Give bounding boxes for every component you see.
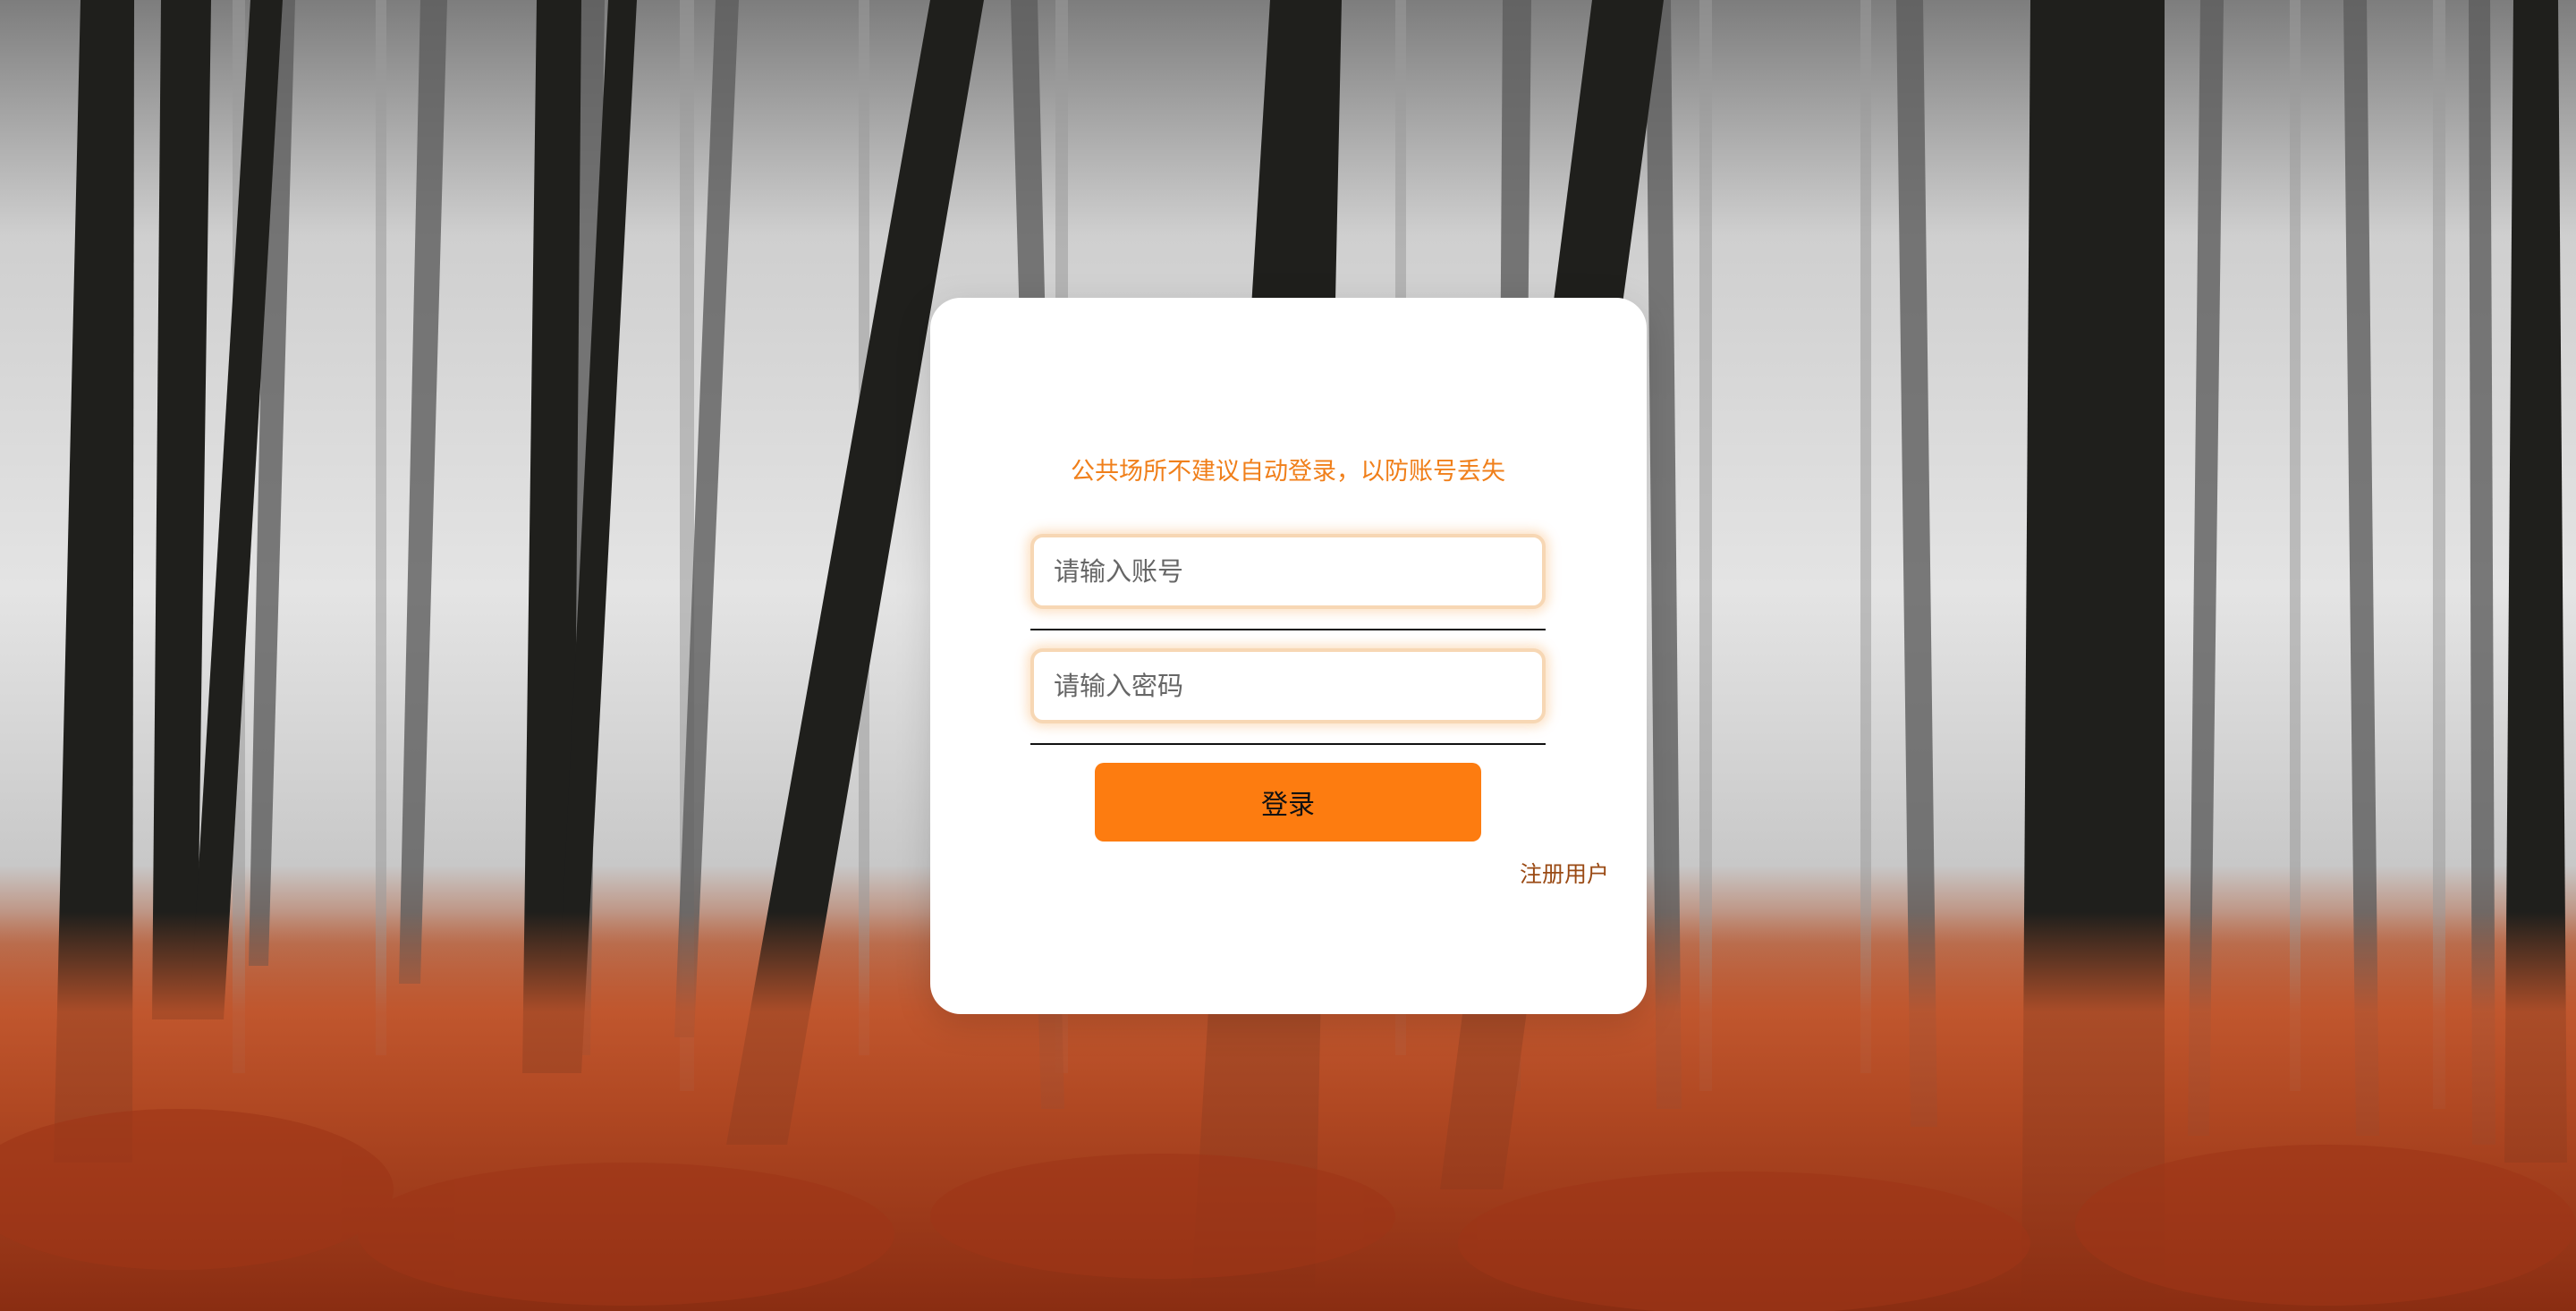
password-underline: [1030, 743, 1546, 745]
register-link[interactable]: 注册用户: [1520, 859, 1609, 890]
account-input[interactable]: [1030, 534, 1546, 609]
password-input[interactable]: [1030, 648, 1546, 723]
login-button[interactable]: 登录: [1095, 763, 1481, 842]
security-notice: 公共场所不建议自动登录，以防账号丢失: [1071, 458, 1505, 486]
account-underline: [1030, 629, 1546, 630]
login-page: 公共场所不建议自动登录，以防账号丢失 登录 注册用户: [0, 0, 2576, 1311]
